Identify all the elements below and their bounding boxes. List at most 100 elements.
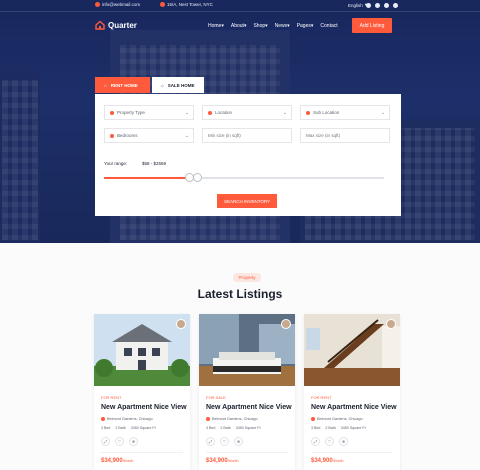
min-size-field[interactable] <box>208 133 291 138</box>
compare-icon[interactable]: ⊕ <box>234 437 243 446</box>
divider <box>206 452 288 453</box>
range-label: Your range: <box>104 161 128 166</box>
listing-location: Belmont Gardens, Chicago <box>311 417 363 421</box>
listing-title[interactable]: New Apartment Nice View <box>206 404 292 411</box>
price-value: $34,900 <box>206 458 228 464</box>
location-text: Belmont Gardens, Chicago <box>107 417 153 421</box>
nav-item-about[interactable]: About▾ <box>231 23 247 29</box>
range-value: $58 - $2569 <box>142 161 167 166</box>
tab-sale-home[interactable]: ⌂ SALE HOME <box>152 77 204 93</box>
select-label: Property Type <box>117 110 145 115</box>
home-icon <box>110 110 114 115</box>
expand-icon[interactable]: ⤢ <box>311 437 320 446</box>
listing-meta: 3 Bed 2 Bath 3450 Square Ft <box>311 426 366 430</box>
price-range-slider[interactable] <box>104 177 384 179</box>
nav-item-pages[interactable]: Pages▾ <box>297 23 314 29</box>
bedrooms-select[interactable]: Bedrooms ⌄ <box>104 128 194 143</box>
facebook-icon[interactable] <box>366 3 371 8</box>
min-size-input[interactable] <box>202 128 292 143</box>
agent-avatar[interactable] <box>386 319 396 329</box>
listing-price: $34,900/Month <box>311 458 343 464</box>
sub-location-select[interactable]: Sub Location ⌄ <box>300 105 390 120</box>
search-inventory-button[interactable]: SEARCH INVENTORY <box>217 194 277 208</box>
slider-handle-max[interactable] <box>193 173 202 182</box>
slider-fill <box>104 177 188 179</box>
logo[interactable]: Quarter <box>95 20 137 30</box>
max-size-input[interactable] <box>300 128 390 143</box>
compare-icon[interactable]: ⊕ <box>129 437 138 446</box>
main-nav: Home▾ About▾ Shop▾ News▾ Pages▾ Contact <box>208 23 338 29</box>
agent-avatar[interactable] <box>176 319 186 329</box>
add-listing-button[interactable]: Add Listing <box>352 18 392 33</box>
price-unit: /Month <box>332 459 344 463</box>
listing-card[interactable]: FOR SALE New Apartment Nice View Belmont… <box>199 314 295 470</box>
nav-item-home[interactable]: Home▾ <box>208 23 224 29</box>
divider <box>101 452 183 453</box>
bath-count: 2 Bath <box>220 426 231 430</box>
listing-title[interactable]: New Apartment Nice View <box>101 404 187 411</box>
listing-status: FOR SALE <box>206 395 226 400</box>
address-info: 15/A, Nest Tower, NYC <box>160 2 213 7</box>
location-select[interactable]: Location ⌄ <box>202 105 292 120</box>
home-icon: ⌂ <box>161 82 164 88</box>
chevron-down-icon: ⌄ <box>282 110 287 116</box>
property-type-select[interactable]: Property Type ⌄ <box>104 105 194 120</box>
chevron-down-icon: ⌄ <box>380 110 385 116</box>
heart-icon[interactable]: ♡ <box>325 437 334 446</box>
listing-actions: ⤢ ♡ ⊕ <box>311 437 348 446</box>
compare-icon[interactable]: ⊕ <box>339 437 348 446</box>
location-icon <box>101 417 105 421</box>
expand-icon[interactable]: ⤢ <box>101 437 110 446</box>
nav-item-contact[interactable]: Contact <box>320 23 337 29</box>
social-links <box>366 3 398 8</box>
instagram-icon[interactable] <box>384 3 389 8</box>
bed-count: 3 Bed <box>311 426 321 430</box>
tab-rent-home[interactable]: ⌂ RENT HOME <box>95 77 150 93</box>
price-value: $34,900 <box>101 458 123 464</box>
brand-name: Quarter <box>108 20 137 30</box>
select-label: Bedrooms <box>117 133 138 138</box>
top-info-bar: info@webmail.com 15/A, Nest Tower, NYC E… <box>0 0 480 12</box>
email-info[interactable]: info@webmail.com <box>95 2 140 7</box>
dribbble-icon[interactable] <box>393 3 398 8</box>
select-label: Location <box>215 110 233 115</box>
listing-status: FOR RENT <box>101 395 122 400</box>
section-heading: Latest Listings <box>197 287 283 301</box>
select-label: Sub Location <box>313 110 340 115</box>
area-size: 3450 Square Ft <box>130 426 156 430</box>
price-unit: /Month <box>122 459 134 463</box>
nav-item-shop[interactable]: Shop▾ <box>253 23 267 29</box>
home-icon: ⌂ <box>104 82 107 88</box>
bed-count: 3 Bed <box>101 426 111 430</box>
location-icon <box>160 2 165 7</box>
language-select[interactable]: English ▾ <box>348 2 367 8</box>
location-icon <box>306 110 310 115</box>
heart-icon[interactable]: ♡ <box>220 437 229 446</box>
bath-count: 2 Bath <box>325 426 336 430</box>
listing-price: $34,900/Month <box>101 458 133 464</box>
listing-location: Belmont Gardens, Chicago <box>206 417 258 421</box>
house-logo-icon <box>95 20 105 30</box>
agent-avatar[interactable] <box>281 319 291 329</box>
area-size: 3450 Square Ft <box>340 426 366 430</box>
max-size-field[interactable] <box>306 133 389 138</box>
divider <box>311 452 393 453</box>
chevron-down-icon: ⌄ <box>184 133 189 139</box>
listing-title[interactable]: New Apartment Nice View <box>311 404 397 411</box>
listing-price: $34,900/Month <box>206 458 238 464</box>
location-text: Belmont Gardens, Chicago <box>317 417 363 421</box>
nav-item-news[interactable]: News▾ <box>275 23 290 29</box>
language-label: English <box>348 2 363 8</box>
listing-card[interactable]: FOR RENT New Apartment Nice View Belmont… <box>304 314 400 470</box>
bath-count: 2 Bath <box>115 426 126 430</box>
location-icon <box>311 417 315 421</box>
twitter-icon[interactable] <box>375 3 380 8</box>
listing-actions: ⤢ ♡ ⊕ <box>101 437 138 446</box>
heart-icon[interactable]: ♡ <box>115 437 124 446</box>
expand-icon[interactable]: ⤢ <box>206 437 215 446</box>
listing-actions: ⤢ ♡ ⊕ <box>206 437 243 446</box>
location-icon <box>206 417 210 421</box>
listing-card[interactable]: FOR RENT New Apartment Nice View Belmont… <box>94 314 190 470</box>
bed-count: 3 Bed <box>206 426 216 430</box>
email-text: info@webmail.com <box>102 2 141 7</box>
